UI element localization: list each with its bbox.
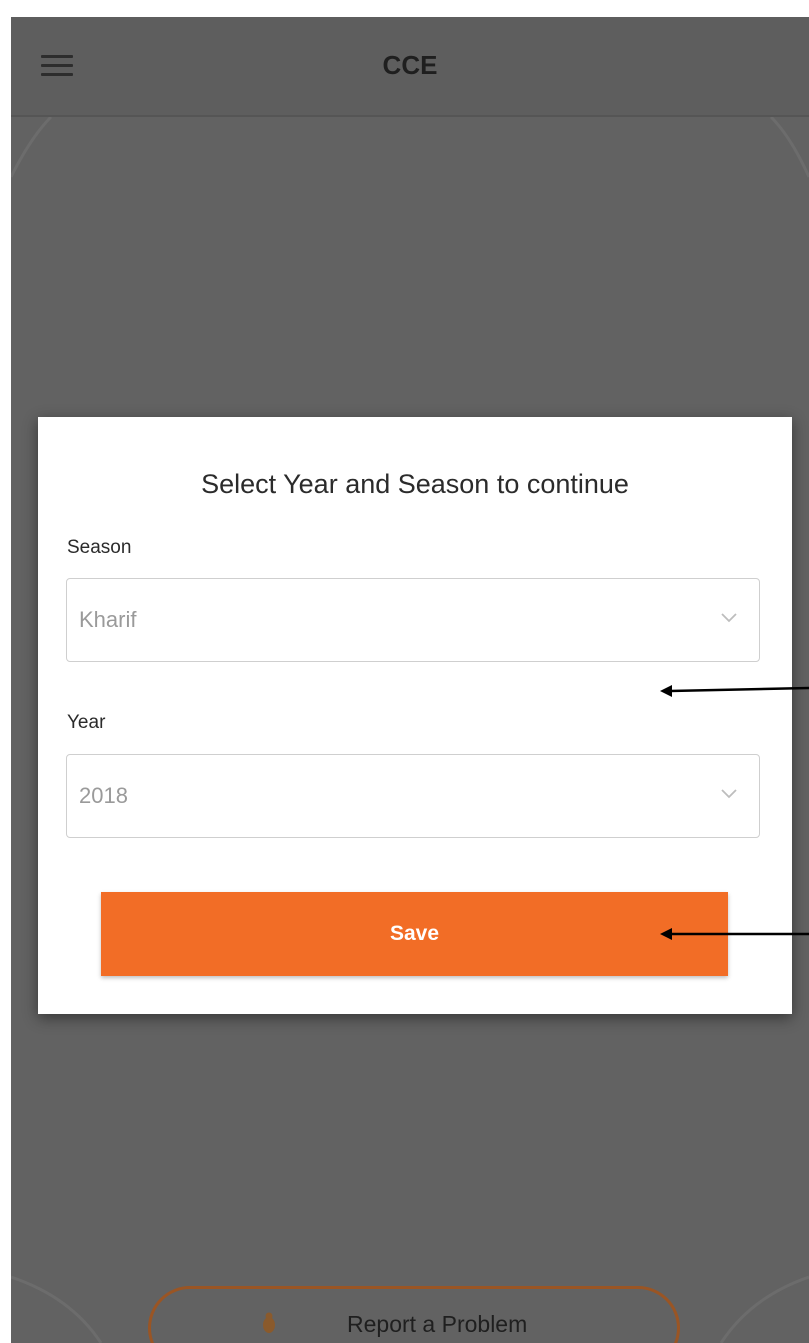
app-screen: CCE Select Year and Season to continue S… [11, 17, 809, 1343]
chevron-down-icon [721, 613, 737, 623]
dialog-title: Select Year and Season to continue [201, 469, 629, 499]
year-selected-value: 2018 [79, 783, 128, 808]
year-season-dialog: Select Year and Season to continue Seaso… [38, 417, 792, 1014]
app-title: CCE [382, 50, 438, 80]
save-button[interactable]: Save [101, 892, 728, 976]
report-problem-button[interactable]: Report a Problem [148, 1286, 680, 1343]
report-problem-label: Report a Problem [347, 1311, 528, 1337]
year-label: Year [67, 712, 106, 733]
season-label: Season [67, 537, 132, 558]
year-select[interactable]: 2018 [66, 754, 760, 838]
app-bar: CCE [11, 17, 809, 117]
bug-icon [263, 1312, 275, 1333]
season-selected-value: Kharif [79, 607, 137, 632]
season-select[interactable]: Kharif [66, 578, 760, 662]
chevron-down-icon [721, 789, 737, 799]
